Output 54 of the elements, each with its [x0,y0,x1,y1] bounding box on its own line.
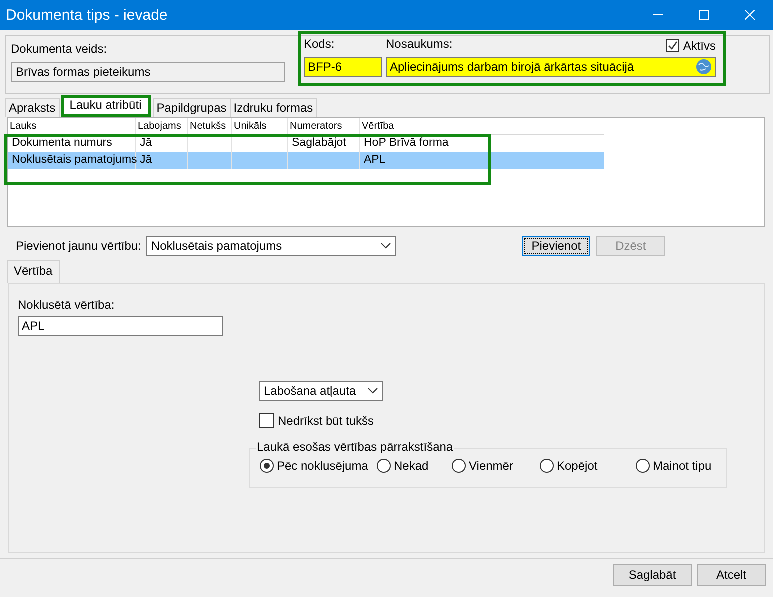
checkbox-label: Aktīvs [683,38,716,52]
code-field[interactable]: BFP-6 [304,57,382,77]
tab[interactable]: Vērtība [7,260,60,283]
field-label: Noklusētā vērtība: [18,298,116,314]
chevron-down-icon [368,388,378,394]
checkbox[interactable] [666,39,680,52]
document-type-field[interactable]: Brīvas formas pieteikums [11,62,285,82]
field-label: Dokumenta veids: [11,42,108,58]
dropdown-value: Noklusētais pamatojums [151,239,282,253]
field-value: Apliecinājums darbam birojā ārkārtas situācijā [390,59,634,76]
maximize-icon[interactable] [699,10,709,20]
checkbox-label: Nedrīkst būt tukšs [278,414,374,428]
radio-label: Nekad [394,459,429,473]
tab[interactable]: Izdruku formas [230,98,318,117]
table-cell: Jā [136,152,188,169]
field-label: Kods: [304,37,336,53]
table-cell-text: HoP Brīvā forma [363,136,450,151]
field-label: Pievienot jaunu vērtību: [16,239,142,253]
radio-button[interactable] [636,459,650,473]
dropdown-value: Labošana atļauta [264,384,356,398]
radio-label: Vienmēr [469,459,514,473]
radio-label: Mainot tipu [653,459,712,473]
field-label: Nosaukums: [386,37,453,53]
add-button[interactable]: Pievienot [522,236,590,256]
column-header[interactable]: Lauks [8,118,136,134]
column-header[interactable]: Numerators [288,118,360,134]
globe-icon[interactable] [696,59,712,75]
table-row[interactable]: Noklusētais pamatojums Jā APL [8,152,604,169]
radio-label: Kopējot [557,459,598,473]
name-field[interactable]: Apliecinājums darbam birojā ārkārtas situācijā [386,57,716,77]
table-cell: Noklusētais pamatojums [8,152,136,169]
column-header[interactable]: Labojams [136,118,188,134]
column-header[interactable]: Unikāls [232,118,288,134]
close-icon[interactable] [745,10,755,20]
radio-button[interactable] [260,459,274,473]
group-title: Laukā esošas vērtības pārrakstīšana [256,440,454,454]
radio-button[interactable] [377,459,391,473]
chevron-down-icon [381,243,392,249]
tab[interactable]: Apraksts [5,98,60,117]
value-dropdown[interactable]: Noklusētais pamatojums [146,236,396,256]
edit-mode-dropdown[interactable]: Labošana atļauta [259,381,383,401]
column-header[interactable]: Netukšs [188,118,232,134]
column-header[interactable]: Vērtība [360,118,604,134]
table-cell-text: APL [363,153,387,168]
window-title: Dokumenta tips - ievade [6,6,169,24]
radio-button[interactable] [540,459,554,473]
default-value-field[interactable]: APL [18,316,223,336]
checkbox[interactable] [259,413,274,428]
cancel-button[interactable]: Atcelt [697,564,766,586]
radio-label: Pēc noklusējuma [277,459,368,473]
save-button[interactable]: Saglabāt [613,564,692,586]
tab[interactable]: Papildgrupas [152,98,231,117]
radio-button[interactable] [452,459,466,473]
tab[interactable]: Lauku atribūti [60,95,151,117]
